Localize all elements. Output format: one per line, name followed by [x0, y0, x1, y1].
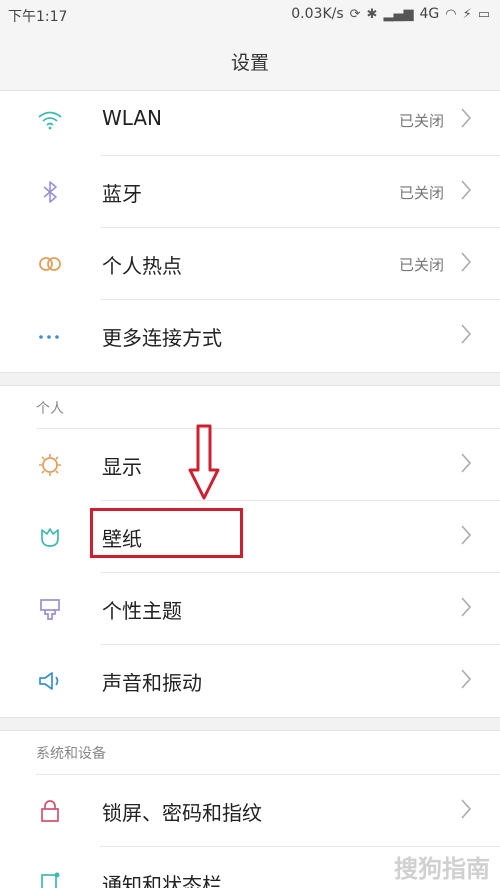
settings-row-display[interactable]: 显示 — [0, 429, 500, 501]
status-time: 下午1:17 — [8, 9, 68, 25]
battery-icon: ▭ — [477, 6, 490, 22]
settings-row-sound[interactable]: 声音和振动 — [0, 645, 500, 717]
signal-icon: ▂▄▆ — [383, 6, 414, 22]
chevron-right-icon — [461, 597, 472, 617]
speaker-icon — [39, 672, 59, 690]
net-speed: 0.03K/s — [291, 6, 344, 22]
wallpaper-tulip-icon — [41, 528, 59, 547]
hotspot-icon — [39, 257, 61, 271]
section-gap — [0, 372, 500, 386]
chevron-right-icon — [461, 669, 472, 689]
chevron-right-icon — [461, 453, 472, 473]
section-header-personal: 个人 — [36, 401, 64, 417]
notification-icon — [41, 872, 60, 888]
watermark: 搜狗指南 — [394, 855, 490, 883]
row-value: 已关闭 — [398, 256, 444, 274]
chevron-right-icon — [461, 180, 472, 200]
row-label: 锁屏、密码和指纹 — [102, 801, 262, 825]
chevron-right-icon — [461, 108, 472, 128]
bluetooth-status-icon: ✱ — [366, 6, 378, 22]
highlight-box — [90, 508, 243, 558]
title-bar: 设置 — [0, 30, 500, 91]
row-label: 声音和振动 — [102, 671, 202, 695]
page-title: 设置 — [230, 52, 269, 74]
settings-row-lockscreen[interactable]: 锁屏、密码和指纹 — [0, 775, 500, 847]
network-type: 4G — [419, 6, 440, 22]
settings-row-hotspot[interactable]: 个人热点 已关闭 — [0, 228, 500, 300]
row-label: 个性主题 — [102, 599, 182, 623]
section-gap — [0, 717, 500, 731]
chevron-right-icon — [461, 525, 472, 545]
chevron-right-icon — [461, 799, 472, 819]
settings-row-wallpaper[interactable]: 壁纸 — [0, 501, 500, 573]
row-label: 显示 — [102, 455, 142, 479]
row-label: 更多连接方式 — [102, 326, 222, 350]
row-label: 蓝牙 — [102, 182, 142, 206]
settings-row-bluetooth[interactable]: 蓝牙 已关闭 — [0, 156, 500, 228]
row-label: 通知和状态栏 — [102, 873, 222, 888]
row-label: 个人热点 — [102, 254, 182, 278]
row-value: 已关闭 — [398, 112, 444, 130]
theme-brush-icon — [40, 599, 60, 620]
more-dots-icon — [39, 335, 59, 339]
charging-icon: ⚡ — [462, 6, 472, 22]
lock-icon — [41, 800, 59, 822]
brightness-icon — [39, 454, 61, 476]
status-icons: 0.03K/s ⟳ ✱ ▂▄▆ 4G ◠ ⚡ ▭ — [291, 6, 490, 22]
wifi-icon — [38, 111, 62, 130]
settings-row-theme[interactable]: 个性主题 — [0, 573, 500, 645]
settings-row-more-connections[interactable]: 更多连接方式 — [0, 300, 500, 372]
wifi-status-icon: ◠ — [445, 6, 457, 22]
section-header-system: 系统和设备 — [36, 746, 106, 762]
row-value: 已关闭 — [398, 184, 444, 202]
sync-off-icon: ⟳ — [349, 6, 361, 22]
row-label: WLAN — [102, 106, 163, 130]
settings-row-wlan[interactable]: WLAN 已关闭 — [0, 84, 500, 156]
status-bar: 下午1:17 0.03K/s ⟳ ✱ ▂▄▆ 4G ◠ ⚡ ▭ — [0, 0, 500, 30]
down-arrow-icon — [188, 424, 220, 500]
bluetooth-icon — [43, 181, 57, 203]
chevron-right-icon — [461, 324, 472, 344]
chevron-right-icon — [461, 252, 472, 272]
